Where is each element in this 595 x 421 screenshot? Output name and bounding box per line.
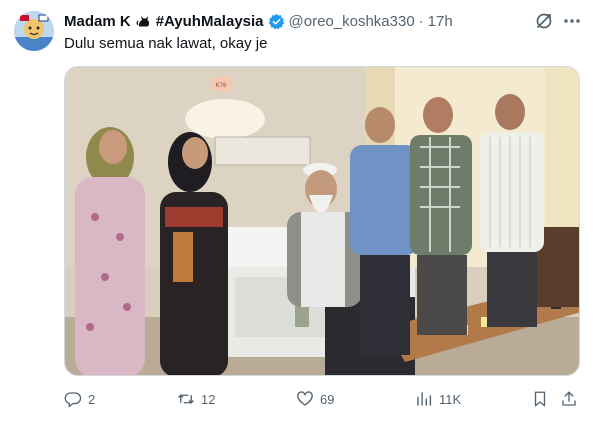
bookmark-button[interactable] bbox=[531, 388, 549, 410]
share-button[interactable] bbox=[560, 388, 578, 410]
name-hashtag[interactable]: #AyuhMalaysia bbox=[156, 13, 264, 30]
bookmark-icon bbox=[531, 390, 549, 408]
cat-icon bbox=[136, 13, 152, 29]
action-bar: 2 12 69 11K bbox=[64, 388, 582, 410]
more-icon[interactable] bbox=[562, 11, 582, 31]
tweet-photo[interactable]: K76 bbox=[64, 66, 580, 376]
avatar[interactable] bbox=[14, 11, 54, 51]
repost-icon bbox=[177, 390, 195, 408]
views-icon bbox=[415, 390, 433, 408]
reply-count: 2 bbox=[88, 391, 96, 407]
heart-icon bbox=[296, 390, 314, 408]
room-sign: K76 bbox=[216, 83, 227, 89]
timestamp[interactable]: 17h bbox=[428, 13, 453, 30]
user-handle[interactable]: @oreo_koshka330 bbox=[289, 13, 415, 30]
share-icon bbox=[560, 390, 578, 408]
reply-button[interactable]: 2 bbox=[64, 388, 95, 410]
separator-dot: · bbox=[418, 12, 424, 30]
tweet-card[interactable]: Madam K #AyuhMalaysia @oreo_koshka330 · … bbox=[0, 0, 595, 421]
like-button[interactable]: 69 bbox=[296, 388, 334, 410]
tweet-text: Dulu semua nak lawat, okay je bbox=[64, 35, 268, 52]
repost-count: 12 bbox=[201, 391, 216, 407]
view-count: 11K bbox=[439, 391, 462, 407]
views-button[interactable]: 11K bbox=[415, 388, 461, 410]
tweet-header: Madam K #AyuhMalaysia @oreo_koshka330 · … bbox=[64, 11, 581, 31]
like-count: 69 bbox=[320, 391, 335, 407]
display-name[interactable]: Madam K bbox=[64, 13, 131, 30]
grok-icon[interactable] bbox=[534, 11, 554, 31]
repost-button[interactable]: 12 bbox=[177, 388, 215, 410]
verified-badge-icon[interactable] bbox=[268, 13, 285, 30]
reply-icon bbox=[64, 390, 82, 408]
